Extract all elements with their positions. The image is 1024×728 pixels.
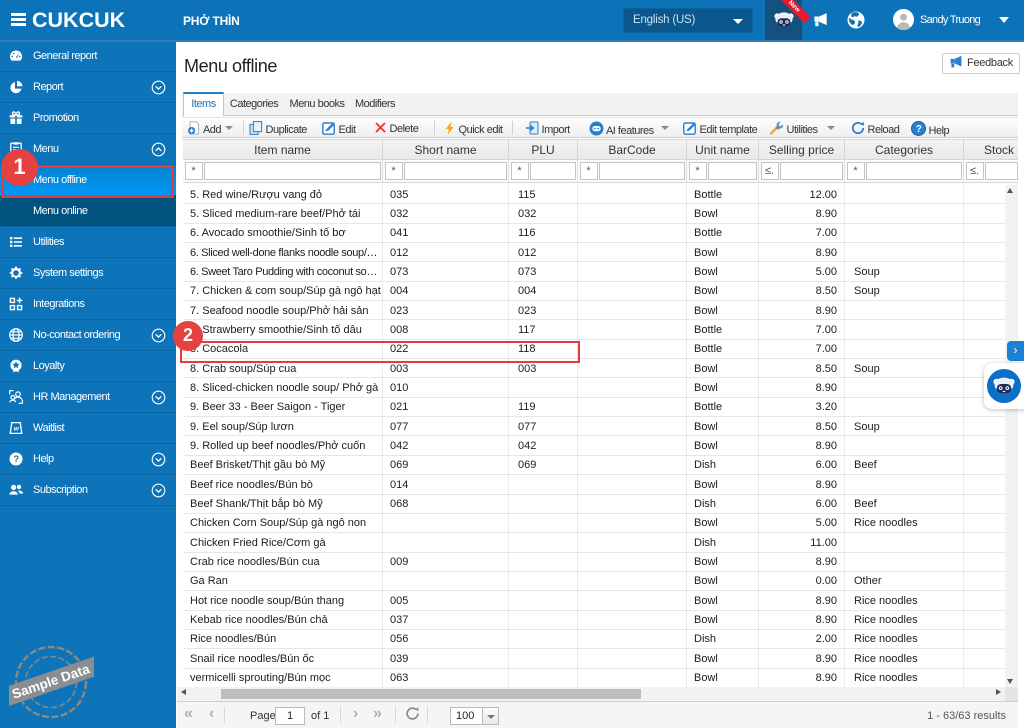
svg-text:?: ? bbox=[916, 124, 922, 135]
svg-text:w: w bbox=[14, 426, 20, 433]
svg-text:?: ? bbox=[13, 454, 19, 465]
